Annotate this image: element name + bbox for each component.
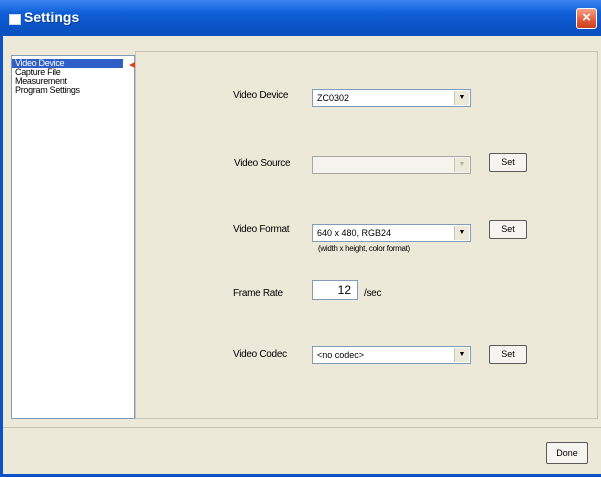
video-format-select[interactable]: 640 x 480, RGB24 ▼ (312, 224, 471, 242)
close-button[interactable]: × (576, 8, 597, 29)
chevron-down-icon[interactable]: ▼ (454, 158, 469, 172)
video-device-label: Video Device (233, 90, 289, 101)
video-format-value: 640 x 480, RGB24 (317, 228, 392, 238)
chevron-down-icon[interactable]: ▼ (454, 348, 469, 362)
window-title: Settings (24, 9, 80, 25)
frame-rate-input[interactable]: 12 (312, 280, 358, 300)
settings-category-list[interactable]: Video Device Capture File Measurement Pr… (11, 55, 135, 419)
settings-window: Settings × Video Device Capture File Mea… (0, 0, 601, 477)
video-format-label: Video Format (233, 224, 290, 235)
settings-panel: Video Device ZC0302 ▼ Video Source ▼ Set… (135, 51, 598, 419)
video-source-label: Video Source (234, 158, 291, 169)
video-source-set-button[interactable]: Set (489, 153, 527, 172)
frame-rate-unit: /sec (364, 288, 382, 299)
video-source-select[interactable]: ▼ (312, 156, 471, 174)
video-format-hint: (width x height, color format) (318, 244, 410, 253)
video-device-select[interactable]: ZC0302 ▼ (312, 89, 471, 107)
frame-rate-label: Frame Rate (233, 288, 283, 299)
video-format-set-button[interactable]: Set (489, 220, 527, 239)
done-button[interactable]: Done (546, 442, 588, 464)
category-item-program-settings[interactable]: Program Settings (12, 86, 134, 95)
chevron-down-icon[interactable]: ▼ (454, 91, 469, 105)
title-bar[interactable]: Settings × (0, 0, 601, 36)
video-codec-value: <no codec> (317, 350, 365, 360)
window-icon (9, 14, 21, 25)
window-frame-left (0, 36, 3, 477)
chevron-down-icon[interactable]: ▼ (454, 226, 469, 240)
video-codec-set-button[interactable]: Set (489, 345, 527, 364)
footer-divider (3, 427, 601, 428)
video-device-value: ZC0302 (317, 93, 350, 103)
video-codec-select[interactable]: <no codec> ▼ (312, 346, 471, 364)
video-codec-label: Video Codec (233, 349, 287, 360)
